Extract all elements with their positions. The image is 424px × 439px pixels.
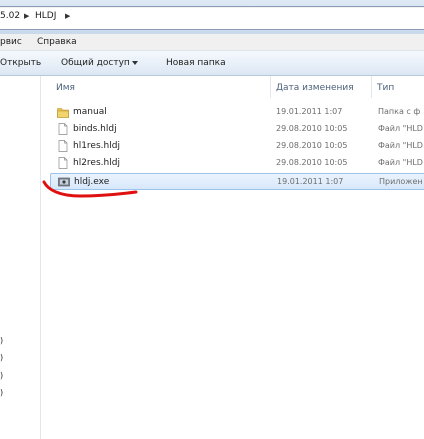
menu-item-service[interactable]: рвис bbox=[0, 37, 22, 47]
menu-item-help[interactable]: Справка bbox=[37, 37, 77, 47]
file-row[interactable]: binds.hldj 29.08.2010 10:05 Файл "HLD bbox=[52, 121, 424, 137]
file-icon bbox=[58, 123, 68, 135]
breadcrumb-crumb-hldj[interactable]: HLDJ bbox=[35, 11, 56, 21]
open-button[interactable]: Открыть bbox=[0, 58, 41, 68]
file-date: 19.01.2011 1:07 bbox=[276, 107, 343, 116]
file-row[interactable]: hl1res.hldj 29.08.2010 10:05 Файл "HLD bbox=[52, 138, 424, 154]
column-divider[interactable] bbox=[371, 76, 372, 98]
new-folder-button[interactable]: Новая папка bbox=[166, 58, 226, 68]
column-header-type[interactable]: Тип bbox=[377, 83, 394, 93]
file-type: Файл "HLD bbox=[378, 141, 423, 150]
menu-bar: рвис Справка bbox=[0, 34, 424, 51]
file-date: 19.01.2011 1:07 bbox=[277, 177, 344, 186]
file-icon bbox=[58, 157, 68, 169]
file-type: Файл "HLD bbox=[378, 158, 423, 167]
column-header-row: Имя Дата изменения Тип bbox=[41, 76, 424, 98]
address-bar-strip: 5.02 ▶ HLDJ ▶ bbox=[0, 0, 424, 34]
file-icon bbox=[58, 140, 68, 152]
column-header-name[interactable]: Имя bbox=[56, 83, 75, 93]
file-type: Папка с ф bbox=[378, 107, 421, 116]
file-name: hl2res.hldj bbox=[73, 158, 120, 168]
file-name: binds.hldj bbox=[73, 124, 117, 134]
nav-item[interactable]: ) bbox=[0, 371, 3, 380]
file-date: 29.08.2010 10:05 bbox=[276, 124, 348, 133]
address-bar[interactable] bbox=[0, 6, 424, 30]
column-header-date[interactable]: Дата изменения bbox=[276, 83, 354, 93]
folder-icon bbox=[57, 108, 69, 118]
chevron-down-icon[interactable] bbox=[132, 61, 138, 65]
file-type: Файл "HLD bbox=[378, 124, 423, 133]
file-row[interactable]: manual 19.01.2011 1:07 Папка с ф bbox=[52, 104, 424, 120]
breadcrumb-crumb-version[interactable]: 5.02 bbox=[0, 11, 20, 21]
nav-item[interactable]: ) bbox=[0, 336, 3, 345]
breadcrumb-chevron-icon[interactable]: ▶ bbox=[65, 12, 70, 20]
file-name: hl1res.hldj bbox=[73, 141, 120, 151]
file-row[interactable]: hl2res.hldj 29.08.2010 10:05 Файл "HLD bbox=[52, 155, 424, 171]
command-bar: Открыть Общий доступ Новая папка bbox=[0, 51, 424, 76]
column-divider[interactable] bbox=[270, 76, 271, 98]
file-date: 29.08.2010 10:05 bbox=[276, 158, 348, 167]
file-date: 29.08.2010 10:05 bbox=[276, 141, 348, 150]
file-name: manual bbox=[73, 107, 107, 117]
file-type: Приложен bbox=[379, 177, 423, 186]
nav-item[interactable]: ) bbox=[0, 353, 3, 362]
breadcrumb-chevron-icon[interactable]: ▶ bbox=[24, 12, 29, 20]
share-button[interactable]: Общий доступ bbox=[61, 58, 130, 68]
nav-item[interactable]: ) bbox=[0, 388, 3, 397]
navigation-pane[interactable]: ) ) ) ) bbox=[0, 76, 41, 439]
red-underline-annotation bbox=[42, 180, 138, 198]
